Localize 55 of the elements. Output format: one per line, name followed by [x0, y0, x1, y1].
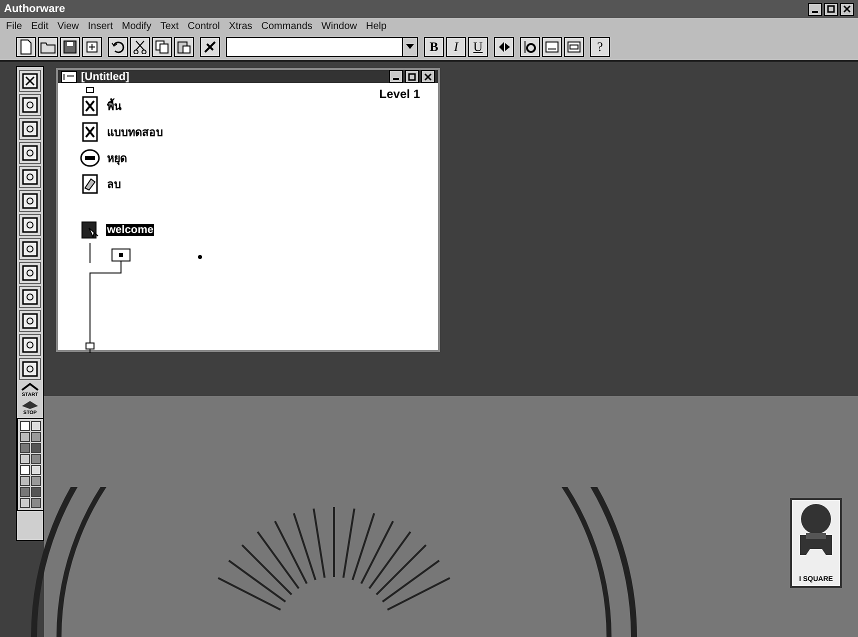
close-button[interactable]	[840, 2, 854, 16]
minimize-icon	[812, 10, 818, 12]
underline-button[interactable]: U	[468, 37, 488, 57]
new-file-icon[interactable]	[16, 37, 36, 57]
minimize-icon	[393, 78, 399, 80]
paste-icon[interactable]	[174, 37, 194, 57]
level-label: Level 1	[379, 87, 420, 101]
wait-icon[interactable]	[80, 147, 100, 169]
menu-item[interactable]: Xtras	[228, 20, 252, 32]
icon-title[interactable]: ลบ	[106, 175, 122, 193]
maximize-icon	[408, 72, 416, 80]
flowline-start-marker	[86, 87, 94, 93]
open-folder-icon[interactable]	[38, 37, 58, 57]
dropdown-arrow-icon	[406, 44, 414, 50]
menu-item[interactable]: Commands	[261, 20, 312, 32]
run-icon[interactable]	[494, 37, 514, 57]
display-icon[interactable]	[80, 95, 100, 117]
menu-item[interactable]: Modify	[122, 20, 152, 32]
undo-icon[interactable]	[108, 37, 128, 57]
interaction-icon[interactable]	[80, 219, 100, 241]
copy-icon[interactable]	[152, 37, 172, 57]
menu-item[interactable]: Text	[160, 20, 179, 32]
icon-title[interactable]: welcome	[106, 224, 154, 236]
menu-item[interactable]: View	[57, 20, 79, 32]
flowline-window-icon	[61, 70, 77, 82]
save-icon[interactable]	[60, 37, 80, 57]
menu-item[interactable]: Window	[321, 20, 357, 32]
flowline-window-title: [Untitled]	[81, 70, 130, 82]
icon-title[interactable]: หยุด	[106, 149, 128, 167]
icon-color-grid[interactable]	[16, 418, 44, 511]
display-tool-icon[interactable]	[19, 70, 41, 92]
cut-icon[interactable]	[130, 37, 150, 57]
maximize-icon	[827, 5, 835, 13]
close-icon	[843, 5, 851, 13]
close-button[interactable]	[421, 70, 435, 83]
maximize-button[interactable]	[405, 70, 419, 83]
close-icon	[424, 72, 432, 80]
minimize-button[interactable]	[808, 2, 822, 16]
icon-title[interactable]: พื้น	[106, 97, 123, 115]
menu-item[interactable]: Control	[188, 20, 220, 32]
display-icon[interactable]	[80, 121, 100, 143]
menu-item[interactable]: Insert	[88, 20, 113, 32]
menu-item[interactable]: File	[6, 20, 22, 32]
icon-title[interactable]: แบบทดสอบ	[106, 123, 164, 141]
dot-mark	[198, 255, 202, 259]
menu-item[interactable]: Edit	[31, 20, 48, 32]
help-button[interactable]: ?	[590, 37, 610, 57]
window-title: Authorware	[4, 3, 66, 15]
maximize-button[interactable]	[824, 2, 838, 16]
font-dropdown[interactable]	[226, 37, 418, 57]
minimize-button[interactable]	[389, 70, 403, 83]
menu-item[interactable]: Help	[366, 20, 387, 32]
bold-button[interactable]: B	[424, 37, 444, 57]
erase-icon[interactable]	[80, 173, 100, 195]
italic-button[interactable]: I	[446, 37, 466, 57]
